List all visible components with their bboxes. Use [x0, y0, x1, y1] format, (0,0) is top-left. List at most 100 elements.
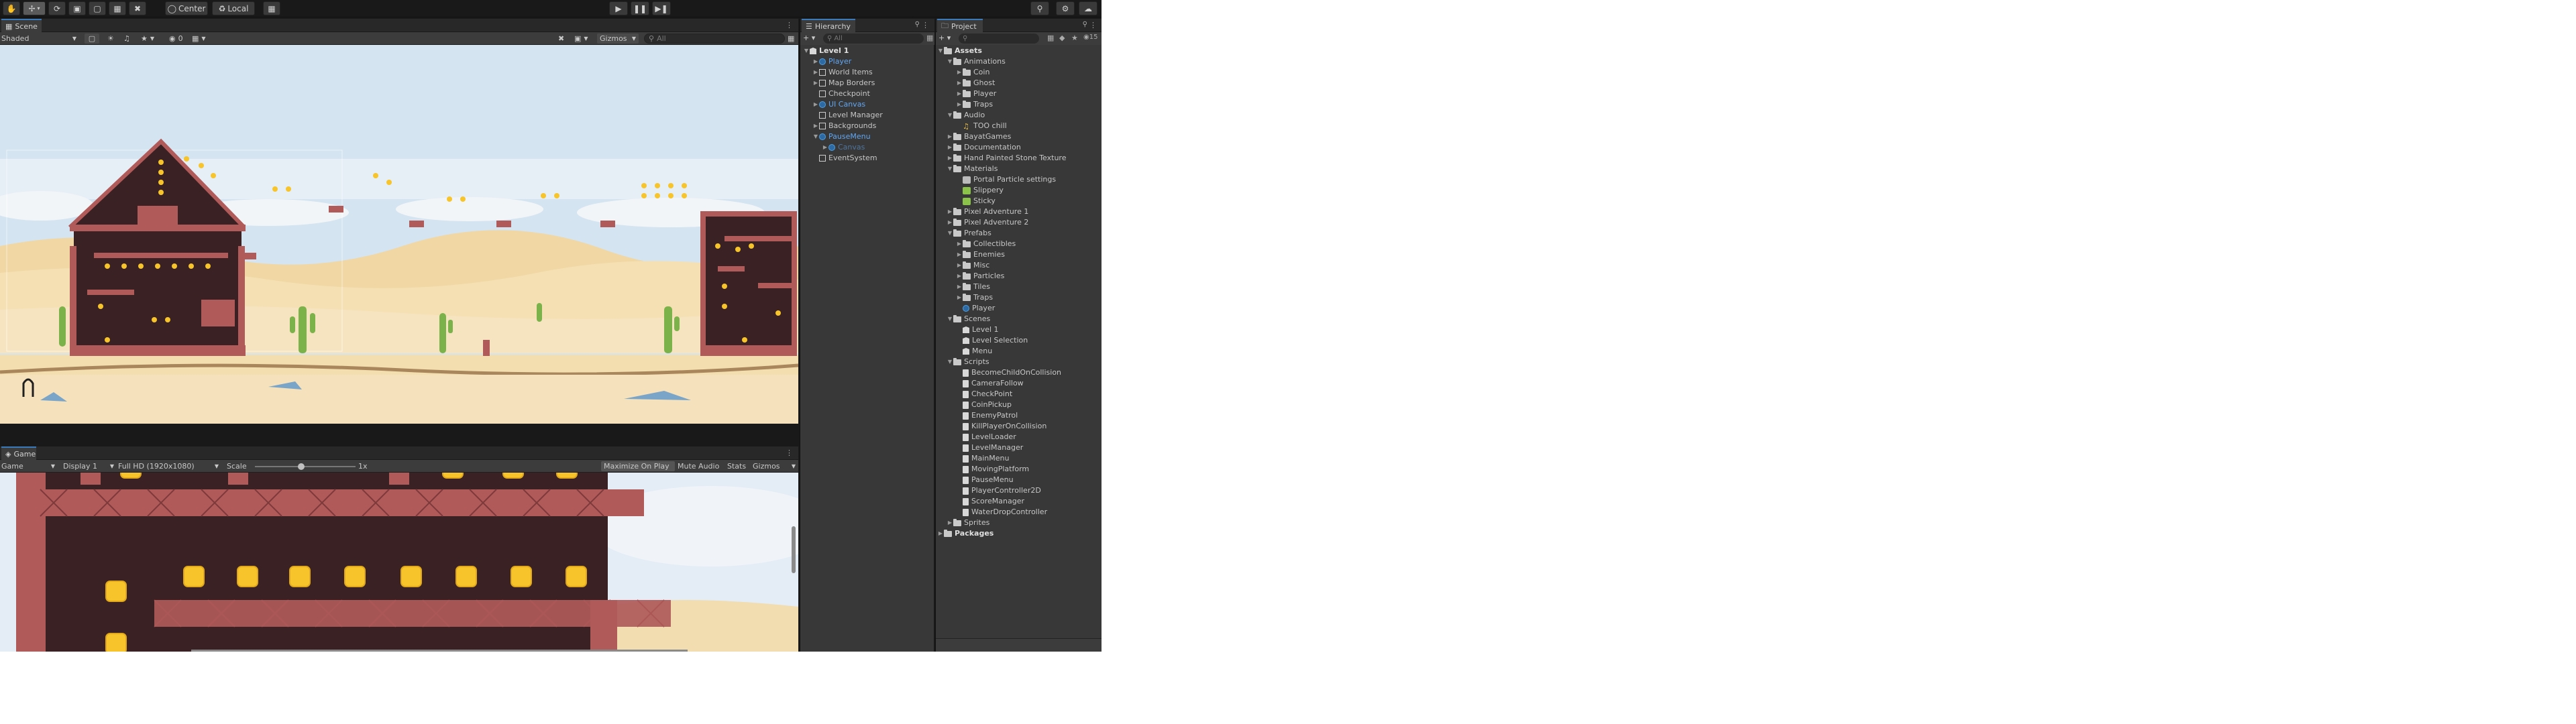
project-item-row[interactable]: Sticky [936, 196, 1102, 206]
project-item-row[interactable]: KillPlayerOnCollision [936, 421, 1102, 432]
tab-scene[interactable]: ▦ Scene [1, 19, 42, 32]
project-item-row[interactable]: CoinPickup [936, 400, 1102, 410]
camera-dropdown[interactable]: ▣ ▼ [574, 34, 594, 44]
scene-panel-menu-icon[interactable]: ⋮ [786, 21, 793, 29]
lighting-toggle[interactable]: ☀ [107, 34, 119, 44]
local-space-button[interactable]: ♻ Local [212, 1, 255, 15]
project-item-row[interactable]: ▶ Pixel Adventure 1 [936, 206, 1102, 217]
foldout-arrow-icon[interactable]: ▶ [956, 260, 963, 271]
project-item-row[interactable]: ▶ Coin [936, 67, 1102, 78]
project-item-row[interactable]: ♫ TOO chill [936, 121, 1102, 131]
project-item-row[interactable]: ▼ Scenes [936, 314, 1102, 324]
project-item-row[interactable]: ▶ Collectibles [936, 239, 1102, 249]
hierarchy-item-row[interactable]: ▼ Level 1 [800, 46, 934, 56]
game-panel-menu-icon[interactable]: ⋮ [786, 448, 793, 457]
search-button[interactable]: ⚲ [1030, 1, 1049, 15]
project-item-row[interactable]: ScoreManager [936, 496, 1102, 507]
transform-tool-button[interactable]: ▦ [109, 1, 126, 15]
project-item-row[interactable]: MainMenu [936, 453, 1102, 464]
project-item-row[interactable]: BecomeChildOnCollision [936, 367, 1102, 378]
grid-dropdown[interactable]: ▦ ▼ [192, 34, 216, 44]
foldout-arrow-icon[interactable]: ▶ [956, 282, 963, 292]
foldout-arrow-icon[interactable]: ▼ [947, 314, 953, 324]
project-item-row[interactable]: ▶ Hand Painted Stone Texture [936, 153, 1102, 164]
hierarchy-item-row[interactable]: ▶ Player [800, 56, 934, 67]
hierarchy-item-row[interactable]: ▶ Canvas [800, 142, 934, 153]
foldout-arrow-icon[interactable]: ▶ [956, 249, 963, 260]
display-dropdown[interactable]: Display 1 ▼ [63, 461, 114, 471]
foldout-arrow-icon[interactable]: ▶ [956, 88, 963, 99]
project-item-row[interactable]: ▶ Particles [936, 271, 1102, 282]
game-scrollbar[interactable] [792, 526, 796, 573]
foldout-arrow-icon[interactable]: ▶ [812, 121, 819, 131]
search-by-type-icon[interactable]: ▦ [1047, 34, 1054, 42]
scale-tool-button[interactable]: ▣ [68, 1, 86, 15]
foldout-arrow-icon[interactable]: ▶ [822, 142, 828, 153]
resolution-dropdown[interactable]: Full HD (1920x1080) ▼ [118, 461, 219, 471]
project-item-row[interactable]: ▶ Pixel Adventure 2 [936, 217, 1102, 228]
game-mode-dropdown[interactable]: Game ▼ [1, 461, 55, 471]
foldout-arrow-icon[interactable]: ▼ [803, 46, 810, 56]
scene-search-field[interactable]: ⚲ All [644, 34, 785, 44]
project-item-row[interactable]: LevelLoader [936, 432, 1102, 442]
project-item-row[interactable]: ▼ Assets [936, 46, 1102, 56]
game-viewport[interactable] [0, 473, 798, 652]
step-button[interactable]: ▶❚ [652, 1, 671, 15]
move-tool-button[interactable]: ✢ ▾ [23, 1, 46, 15]
project-item-row[interactable]: CheckPoint [936, 389, 1102, 400]
hierarchy-menu-icon[interactable]: ⋮ [922, 21, 929, 29]
project-item-row[interactable]: Menu [936, 346, 1102, 357]
project-item-row[interactable]: ▶ Misc [936, 260, 1102, 271]
tab-project[interactable]: 🗀 Project [937, 19, 983, 32]
foldout-arrow-icon[interactable]: ▶ [956, 239, 963, 249]
project-item-row[interactable]: Level Selection [936, 335, 1102, 346]
custom-tool-button[interactable]: ✖ [129, 1, 146, 15]
scene-layers-icon[interactable]: ▦ [788, 34, 797, 44]
audio-toggle[interactable]: ♫ [123, 34, 136, 44]
hierarchy-filter-icon[interactable]: ▦ [926, 34, 933, 42]
foldout-arrow-icon[interactable]: ▶ [812, 67, 819, 78]
foldout-arrow-icon[interactable]: ▶ [812, 56, 819, 67]
pivot-center-button[interactable]: ◯ Center [165, 1, 208, 15]
foldout-arrow-icon[interactable]: ▼ [937, 46, 944, 56]
settings-button[interactable]: ⚙ [1056, 1, 1075, 15]
foldout-arrow-icon[interactable]: ▶ [937, 528, 944, 539]
project-item-row[interactable]: ▶ Documentation [936, 142, 1102, 153]
foldout-arrow-icon[interactable]: ▶ [947, 217, 953, 228]
foldout-arrow-icon[interactable]: ▼ [812, 131, 819, 142]
foldout-arrow-icon[interactable]: ▶ [947, 206, 953, 217]
project-item-row[interactable]: Portal Particle settings [936, 174, 1102, 185]
play-button[interactable]: ▶ [609, 1, 628, 15]
hierarchy-item-row[interactable]: ▶ Map Borders [800, 78, 934, 88]
project-item-row[interactable]: PauseMenu [936, 475, 1102, 485]
project-item-row[interactable]: ▶ Tiles [936, 282, 1102, 292]
project-item-row[interactable]: EnemyPatrol [936, 410, 1102, 421]
2d-toggle[interactable]: ▢ [85, 34, 99, 44]
foldout-arrow-icon[interactable]: ▼ [947, 357, 953, 367]
hierarchy-item-row[interactable]: Level Manager [800, 110, 934, 121]
grid-snap-button[interactable]: ▦ [263, 1, 280, 15]
mute-audio-toggle[interactable]: Mute Audio [678, 461, 724, 471]
foldout-arrow-icon[interactable]: ▼ [947, 110, 953, 121]
foldout-arrow-icon[interactable]: ▶ [956, 292, 963, 303]
foldout-arrow-icon[interactable]: ▶ [947, 131, 953, 142]
foldout-arrow-icon[interactable]: ▼ [947, 56, 953, 67]
create-button[interactable]: + ▾ [803, 34, 815, 42]
gizmos-dropdown[interactable]: Gizmos ▼ [597, 34, 639, 44]
foldout-arrow-icon[interactable]: ▶ [947, 153, 953, 164]
game-gizmos-dropdown[interactable]: Gizmos ▼ [753, 461, 796, 471]
lock-icon[interactable]: ⚲ [915, 21, 920, 28]
hand-tool-button[interactable]: ✋ [3, 1, 20, 15]
hidden-packages-toggle[interactable]: ◉15 [1083, 34, 1097, 41]
scale-slider[interactable] [255, 463, 356, 470]
project-search-field[interactable]: ⚲ [959, 34, 1039, 44]
project-item-row[interactable]: MovingPlatform [936, 464, 1102, 475]
project-item-row[interactable]: ▶ Traps [936, 99, 1102, 110]
project-item-row[interactable]: Level 1 [936, 324, 1102, 335]
project-menu-icon[interactable]: ⋮ [1089, 21, 1097, 29]
rect-tool-button[interactable]: ▢ [89, 1, 106, 15]
foldout-arrow-icon[interactable]: ▶ [956, 67, 963, 78]
project-item-row[interactable]: PlayerController2D [936, 485, 1102, 496]
pause-button[interactable]: ❚❚ [631, 1, 649, 15]
search-by-label-icon[interactable]: ◆ [1059, 34, 1065, 42]
